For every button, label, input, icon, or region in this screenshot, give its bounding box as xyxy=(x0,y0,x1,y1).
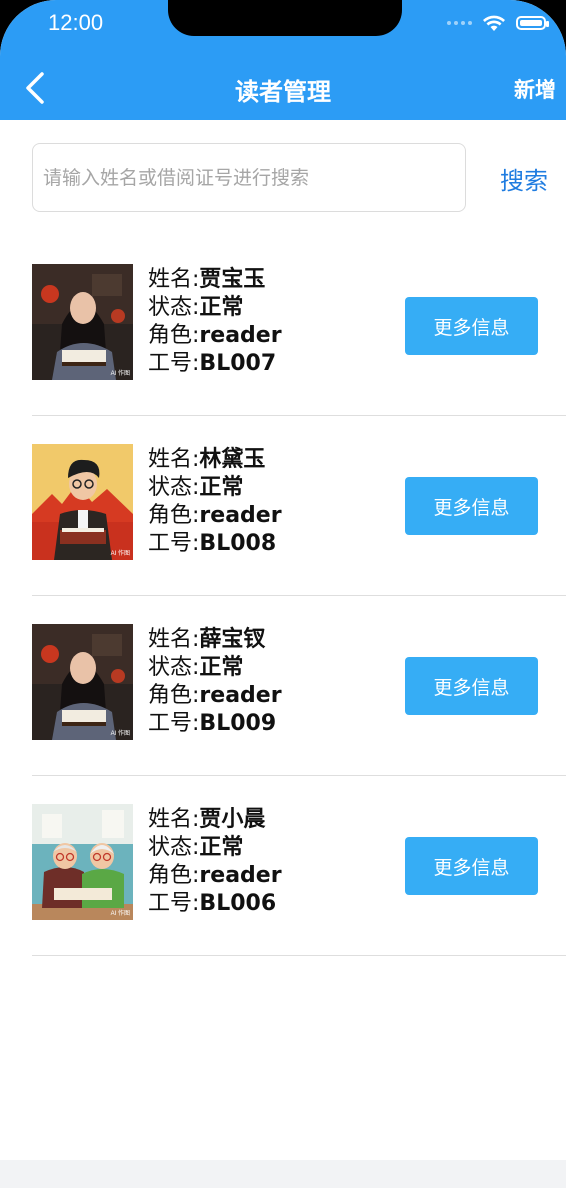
search-input[interactable] xyxy=(32,143,466,212)
reader-avatar-grandparents-icon xyxy=(32,804,133,920)
name-label: 姓名: xyxy=(148,807,200,832)
reader-role: reader xyxy=(199,863,282,888)
search-box xyxy=(32,143,466,212)
reader-info: 姓名:林黛玉 状态:正常 角色:reader 工号:BL008 xyxy=(148,446,282,558)
reader-status: 正常 xyxy=(199,295,244,320)
reader-row: AI 作图 姓名:薛宝钗 状态:正常 角色:reader 工号:BL009 更多… xyxy=(0,596,566,776)
more-info-button[interactable]: 更多信息 xyxy=(405,657,538,715)
avatar-badge: AI 作图 xyxy=(110,551,130,557)
status-label: 状态: xyxy=(148,655,200,680)
id-label: 工号: xyxy=(148,891,200,916)
role-label: 角色: xyxy=(148,503,200,528)
more-info-button[interactable]: 更多信息 xyxy=(405,477,538,535)
id-label: 工号: xyxy=(148,351,200,376)
reader-row: AI 作图 姓名:贾宝玉 状态:正常 角色:reader 工号:BL007 更多… xyxy=(0,236,566,416)
wifi-icon xyxy=(483,15,505,31)
search-button[interactable]: 搜索 xyxy=(500,161,548,196)
page-title: 读者管理 xyxy=(235,78,331,106)
name-label: 姓名: xyxy=(148,627,200,652)
reader-id: BL008 xyxy=(199,531,277,556)
role-label: 角色: xyxy=(148,683,200,708)
more-info-button[interactable]: 更多信息 xyxy=(405,297,538,355)
reader-avatar-girl-icon xyxy=(32,264,133,380)
reader-role: reader xyxy=(199,323,282,348)
avatar-badge: AI 作图 xyxy=(110,731,130,737)
phone-screen: 12:00 读者管理 新增 搜索 xyxy=(0,0,566,1188)
reader-id: BL006 xyxy=(199,891,277,916)
reader-row: AI 作图 姓名:林黛玉 状态:正常 角色:reader 工号:BL008 更多… xyxy=(0,416,566,596)
reader-id: BL009 xyxy=(199,711,277,736)
id-label: 工号: xyxy=(148,531,200,556)
add-reader-button[interactable]: 新增 xyxy=(514,74,556,104)
reader-name: 贾小晨 xyxy=(199,807,266,832)
reader-name: 贾宝玉 xyxy=(199,267,266,292)
row-divider xyxy=(32,955,566,956)
avatar-badge: AI 作图 xyxy=(110,911,130,917)
bottom-safe-area xyxy=(0,1160,566,1188)
battery-icon xyxy=(516,16,549,30)
reader-role: reader xyxy=(199,503,282,528)
avatar: AI 作图 xyxy=(32,264,133,380)
role-label: 角色: xyxy=(148,323,200,348)
id-label: 工号: xyxy=(148,711,200,736)
camera-notch xyxy=(168,0,402,36)
role-label: 角色: xyxy=(148,863,200,888)
status-time: 12:00 xyxy=(48,10,104,35)
reader-status: 正常 xyxy=(199,835,244,860)
avatar-badge: AI 作图 xyxy=(110,371,130,377)
reader-name: 薛宝钗 xyxy=(199,627,266,652)
name-label: 姓名: xyxy=(148,267,200,292)
reader-info: 姓名:贾小晨 状态:正常 角色:reader 工号:BL006 xyxy=(148,806,282,918)
reader-list: AI 作图 姓名:贾宝玉 状态:正常 角色:reader 工号:BL007 更多… xyxy=(0,236,566,956)
nav-bar: 12:00 读者管理 新增 xyxy=(0,0,566,120)
status-label: 状态: xyxy=(148,835,200,860)
status-label: 状态: xyxy=(148,295,200,320)
reader-role: reader xyxy=(199,683,282,708)
status-icons xyxy=(447,12,549,34)
reader-info: 姓名:贾宝玉 状态:正常 角色:reader 工号:BL007 xyxy=(148,266,282,378)
reader-avatar-girl-icon xyxy=(32,624,133,740)
avatar: AI 作图 xyxy=(32,444,133,560)
avatar: AI 作图 xyxy=(32,624,133,740)
more-info-button[interactable]: 更多信息 xyxy=(405,837,538,895)
status-label: 状态: xyxy=(148,475,200,500)
reader-name: 林黛玉 xyxy=(199,447,266,472)
avatar: AI 作图 xyxy=(32,804,133,920)
reader-status: 正常 xyxy=(199,655,244,680)
reader-info: 姓名:薛宝钗 状态:正常 角色:reader 工号:BL009 xyxy=(148,626,282,738)
name-label: 姓名: xyxy=(148,447,200,472)
reader-id: BL007 xyxy=(199,351,277,376)
reader-status: 正常 xyxy=(199,475,244,500)
signal-icon xyxy=(447,21,472,25)
reader-row: AI 作图 姓名:贾小晨 状态:正常 角色:reader 工号:BL006 更多… xyxy=(0,776,566,956)
reader-avatar-boy-icon xyxy=(32,444,133,560)
